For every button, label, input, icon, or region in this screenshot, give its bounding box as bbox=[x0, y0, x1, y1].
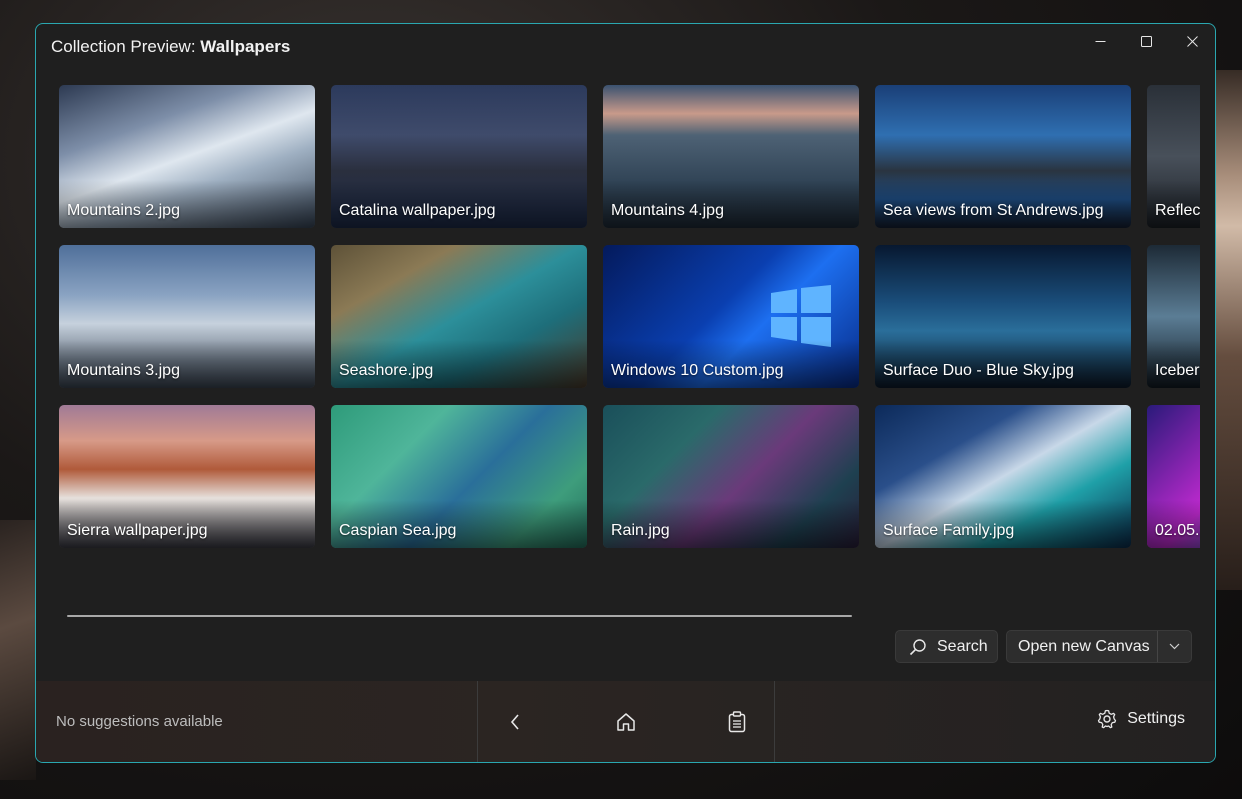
windows-logo-icon bbox=[771, 285, 831, 347]
wallpaper-tile[interactable]: Surface Family.jpg bbox=[875, 405, 1131, 548]
wallpaper-tile[interactable]: Mountains 4.jpg bbox=[603, 85, 859, 228]
wallpaper-caption: Reflections.jpg bbox=[1155, 202, 1200, 219]
suggestion-text: No suggestions available bbox=[56, 713, 223, 730]
search-button-label: Search bbox=[937, 637, 988, 655]
close-button[interactable] bbox=[1169, 24, 1215, 58]
settings-label: Settings bbox=[1127, 710, 1185, 727]
wallpaper-caption: Seashore.jpg bbox=[339, 362, 434, 379]
wallpaper-tile[interactable]: Seashore.jpg bbox=[331, 245, 587, 388]
window-title: Collection Preview: Wallpapers bbox=[51, 37, 290, 57]
wallpaper-caption: Rain.jpg bbox=[611, 522, 670, 539]
wallpaper-tile[interactable]: Sea views from St Andrews.jpg bbox=[875, 85, 1131, 228]
footer-bar: No suggestions available Settings bbox=[36, 681, 1215, 762]
wallpaper-caption: Surface Duo - Blue Sky.jpg bbox=[883, 362, 1074, 379]
wallpaper-tile[interactable]: Mountains 3.jpg bbox=[59, 245, 315, 388]
wallpaper-caption: Mountains 4.jpg bbox=[611, 202, 724, 219]
wallpaper-tile[interactable]: Windows 10 Custom.jpg bbox=[603, 245, 859, 388]
close-icon bbox=[1186, 35, 1198, 47]
chevron-down-icon bbox=[1169, 643, 1180, 650]
title-prefix: Collection Preview: bbox=[51, 37, 201, 56]
footer-navigation bbox=[477, 681, 775, 762]
settings-button[interactable]: Settings bbox=[1097, 709, 1185, 729]
collection-preview-window: Collection Preview: Wallpapers Mountains… bbox=[35, 23, 1216, 763]
wallpaper-caption: 02.05.2020.jpg bbox=[1155, 522, 1200, 539]
wallpaper-caption: Mountains 2.jpg bbox=[67, 202, 180, 219]
window-controls bbox=[1077, 24, 1215, 58]
wallpaper-caption: Sierra wallpaper.jpg bbox=[67, 522, 208, 539]
wallpaper-caption: Catalina wallpaper.jpg bbox=[339, 202, 496, 219]
wallpaper-caption: Iceberg.jpg bbox=[1155, 362, 1200, 379]
wallpaper-tile[interactable]: Rain.jpg bbox=[603, 405, 859, 548]
back-button[interactable] bbox=[500, 707, 530, 737]
search-button[interactable]: Search bbox=[895, 630, 998, 663]
open-new-canvas-split-button: Open new Canvas bbox=[1006, 630, 1192, 663]
desktop-wallpaper-shadow bbox=[0, 520, 36, 780]
wallpaper-tile[interactable]: Mountains 2.jpg bbox=[59, 85, 315, 228]
clipboard-icon bbox=[728, 711, 746, 733]
maximize-icon bbox=[1140, 35, 1152, 47]
wallpaper-tile[interactable]: Surface Duo - Blue Sky.jpg bbox=[875, 245, 1131, 388]
canvas-dropdown-button[interactable] bbox=[1158, 631, 1191, 662]
wallpaper-caption: Windows 10 Custom.jpg bbox=[611, 362, 784, 379]
minimize-button[interactable] bbox=[1077, 24, 1123, 58]
home-icon bbox=[617, 713, 635, 731]
wallpaper-caption: Caspian Sea.jpg bbox=[339, 522, 457, 539]
wallpaper-tile[interactable]: Sierra wallpaper.jpg bbox=[59, 405, 315, 548]
wallpaper-tile[interactable]: Catalina wallpaper.jpg bbox=[331, 85, 587, 228]
clipboard-button[interactable] bbox=[722, 707, 752, 737]
horizontal-scrollbar[interactable] bbox=[67, 615, 852, 617]
wallpaper-tile[interactable]: Reflections.jpg bbox=[1147, 85, 1200, 228]
wallpaper-grid[interactable]: Mountains 2.jpg Catalina wallpaper.jpg M… bbox=[59, 85, 1200, 555]
wallpaper-tile[interactable]: 02.05.2020.jpg bbox=[1147, 405, 1200, 548]
wallpaper-caption: Surface Family.jpg bbox=[883, 522, 1015, 539]
minimize-icon bbox=[1095, 40, 1105, 42]
wallpaper-tile[interactable]: Iceberg.jpg bbox=[1147, 245, 1200, 388]
title-bar[interactable]: Collection Preview: Wallpapers bbox=[36, 24, 1215, 68]
maximize-button[interactable] bbox=[1123, 24, 1169, 58]
wallpaper-caption: Sea views from St Andrews.jpg bbox=[883, 202, 1104, 219]
chevron-left-icon bbox=[510, 714, 519, 730]
home-button[interactable] bbox=[611, 707, 641, 737]
wallpaper-tile[interactable]: Caspian Sea.jpg bbox=[331, 405, 587, 548]
gear-icon bbox=[1098, 709, 1117, 729]
open-new-canvas-button[interactable]: Open new Canvas bbox=[1007, 631, 1157, 662]
search-icon bbox=[909, 638, 926, 655]
wallpaper-caption: Mountains 3.jpg bbox=[67, 362, 180, 379]
open-new-canvas-label: Open new Canvas bbox=[1018, 637, 1150, 655]
collection-name: Wallpapers bbox=[200, 37, 291, 56]
